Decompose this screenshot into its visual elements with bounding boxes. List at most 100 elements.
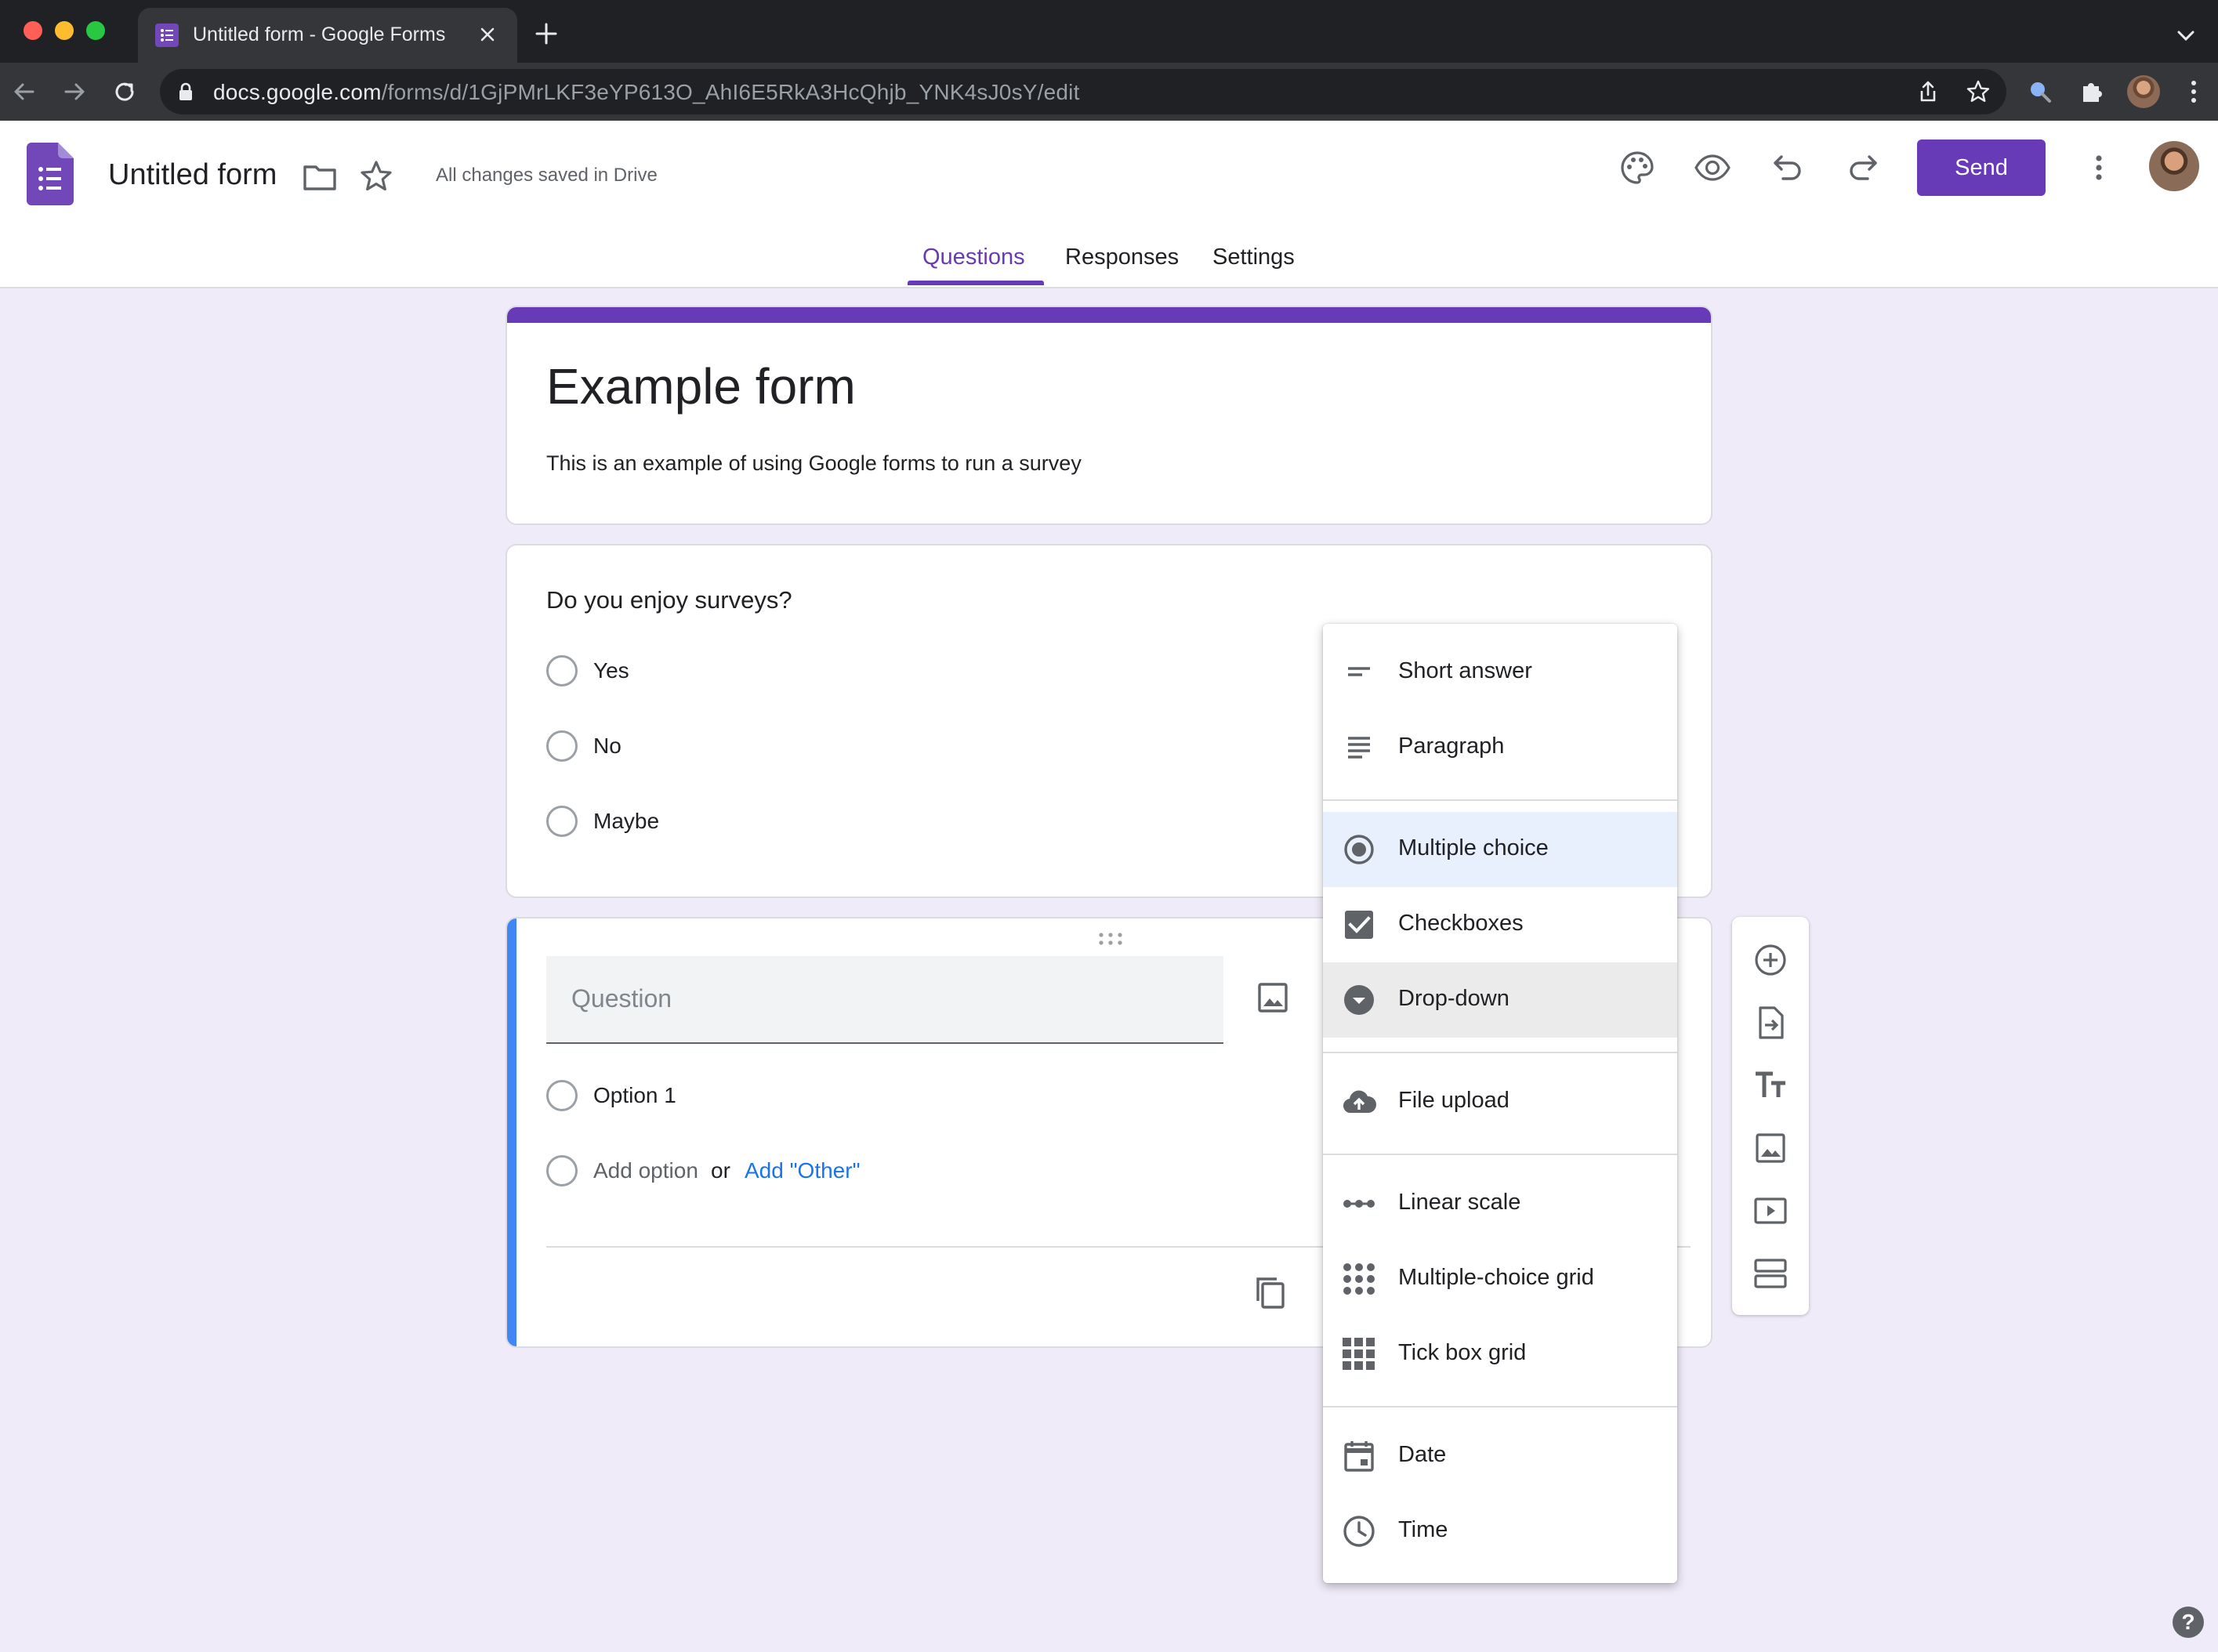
option-label[interactable]: Option 1 [593, 1083, 676, 1108]
form-title-card[interactable]: Example form This is an example of using… [506, 306, 1712, 525]
menu-item-label: Tick box grid [1398, 1340, 1527, 1365]
form-description[interactable]: This is an example of using Google forms… [546, 451, 1082, 476]
address-bar[interactable]: docs.google.com/forms/d/1GjPMrLKF3eYP613… [160, 69, 2006, 114]
close-window-button[interactable] [24, 21, 42, 40]
help-button[interactable]: ? [2173, 1607, 2204, 1638]
chrome-profile-avatar[interactable] [2127, 75, 2160, 108]
tab-settings[interactable]: Settings [1212, 245, 1295, 270]
menu-item-label: Multiple choice [1398, 835, 1549, 860]
menu-item-label: Date [1398, 1442, 1447, 1467]
menu-item-checkboxes[interactable]: Checkboxes [1323, 887, 1677, 962]
menu-item-label: Multiple-choice grid [1398, 1265, 1594, 1290]
option-label[interactable]: Yes [593, 658, 629, 683]
add-question-icon[interactable] [1751, 940, 1790, 980]
extensions-puzzle-icon[interactable] [2077, 77, 2107, 107]
browser-tab[interactable]: Untitled form - Google Forms [138, 8, 517, 63]
question-title[interactable]: Do you enjoy surveys? [546, 586, 792, 614]
customize-theme-palette-icon[interactable] [1618, 149, 1656, 187]
tab-responses[interactable]: Responses [1065, 245, 1179, 270]
menu-divider [1323, 1406, 1677, 1407]
menu-item-paragraph[interactable]: Paragraph [1323, 710, 1677, 785]
preview-eye-icon[interactable] [1694, 149, 1731, 187]
menu-item-multiple-choice[interactable]: Multiple choice [1323, 812, 1677, 887]
move-to-folder-icon[interactable] [301, 158, 339, 196]
menu-item-tick-box-grid[interactable]: Tick box grid [1323, 1317, 1677, 1392]
form-heading[interactable]: Example form [546, 357, 856, 415]
duplicate-icon[interactable] [1250, 1273, 1289, 1312]
add-option-link[interactable]: Add option [593, 1158, 698, 1183]
menu-divider [1323, 1052, 1677, 1053]
forms-favicon-icon [155, 24, 179, 47]
calendar-icon [1340, 1437, 1378, 1475]
menu-item-label: Time [1398, 1517, 1448, 1542]
radio-icon[interactable] [546, 730, 578, 762]
option-label[interactable]: Maybe [593, 809, 659, 834]
url-text: docs.google.com/forms/d/1GjPMrLKF3eYP613… [213, 80, 1080, 105]
save-status: All changes saved in Drive [436, 165, 658, 186]
short-answer-icon [1340, 654, 1378, 691]
tab-questions[interactable]: Questions [922, 245, 1025, 270]
menu-item-time[interactable]: Time [1323, 1494, 1677, 1569]
menu-divider [1323, 1154, 1677, 1155]
star-icon[interactable] [357, 158, 395, 196]
chrome-menu-icon[interactable] [2179, 77, 2209, 107]
add-section-icon[interactable] [1751, 1254, 1790, 1293]
paragraph-icon [1340, 729, 1378, 766]
add-title-icon[interactable] [1751, 1066, 1790, 1105]
more-options-icon[interactable] [2080, 149, 2118, 187]
bookmark-star-icon[interactable] [1966, 79, 1991, 104]
active-card-indicator [507, 918, 516, 1346]
menu-item-file-upload[interactable]: File upload [1323, 1064, 1677, 1139]
send-button[interactable]: Send [1917, 139, 2046, 196]
forward-icon[interactable] [60, 77, 89, 107]
add-image-icon[interactable] [1751, 1129, 1790, 1168]
radio-icon[interactable] [546, 806, 578, 837]
add-other-link[interactable]: Add "Other" [745, 1158, 861, 1183]
tab-search-chevron-icon[interactable] [2174, 24, 2198, 47]
radio-icon[interactable] [546, 1080, 578, 1111]
minimize-window-button[interactable] [55, 21, 74, 40]
add-image-icon[interactable] [1253, 978, 1292, 1017]
question-input[interactable]: Question [546, 956, 1223, 1044]
new-tab-icon[interactable] [533, 20, 560, 47]
menu-item-short-answer[interactable]: Short answer [1323, 635, 1677, 710]
option-label[interactable]: No [593, 734, 622, 759]
extension-search-icon[interactable] [2025, 77, 2055, 107]
share-icon[interactable] [1915, 79, 1941, 104]
import-questions-icon[interactable] [1751, 1003, 1790, 1042]
linear-scale-icon [1340, 1185, 1378, 1223]
add-video-icon[interactable] [1751, 1191, 1790, 1230]
menu-item-date[interactable]: Date [1323, 1418, 1677, 1494]
form-tabs: Questions Responses Settings [0, 245, 2218, 288]
menu-item-drop-down[interactable]: Drop-down [1323, 962, 1677, 1038]
menu-item-label: Paragraph [1398, 734, 1505, 759]
reload-icon[interactable] [110, 77, 140, 107]
url-host: docs.google.com [213, 80, 382, 104]
menu-item-label: File upload [1398, 1088, 1509, 1113]
question-placeholder: Question [571, 984, 672, 1013]
back-icon[interactable] [9, 77, 39, 107]
url-path: /forms/d/1GjPMrLKF3eYP613O_AhI6E5RkA3HcQ… [381, 80, 1080, 104]
cloud-upload-icon [1340, 1083, 1378, 1121]
document-title[interactable]: Untitled form [108, 158, 277, 192]
account-avatar[interactable] [2149, 141, 2199, 191]
tab-title: Untitled form - Google Forms [193, 24, 446, 45]
radio-icon [546, 1155, 578, 1186]
undo-icon[interactable] [1769, 149, 1807, 187]
forms-header: Untitled form All changes saved in Drive… [0, 121, 2218, 288]
menu-item-multiple-choice-grid[interactable]: Multiple-choice grid [1323, 1241, 1677, 1317]
tab-close-icon[interactable] [475, 22, 500, 47]
redo-icon[interactable] [1844, 149, 1882, 187]
drag-handle-icon[interactable] [1096, 931, 1125, 947]
menu-divider [1323, 799, 1677, 801]
browser-toolbar: docs.google.com/forms/d/1GjPMrLKF3eYP613… [0, 63, 2218, 121]
menu-item-label: Short answer [1398, 658, 1532, 683]
zoom-window-button[interactable] [86, 21, 105, 40]
menu-item-linear-scale[interactable]: Linear scale [1323, 1166, 1677, 1241]
google-forms-logo-icon[interactable] [27, 143, 74, 205]
radio-icon[interactable] [546, 655, 578, 687]
checkbox-icon [1340, 906, 1378, 944]
menu-item-label: Checkboxes [1398, 911, 1524, 936]
grid-dots-icon [1340, 1260, 1378, 1298]
lock-icon[interactable] [177, 82, 194, 101]
